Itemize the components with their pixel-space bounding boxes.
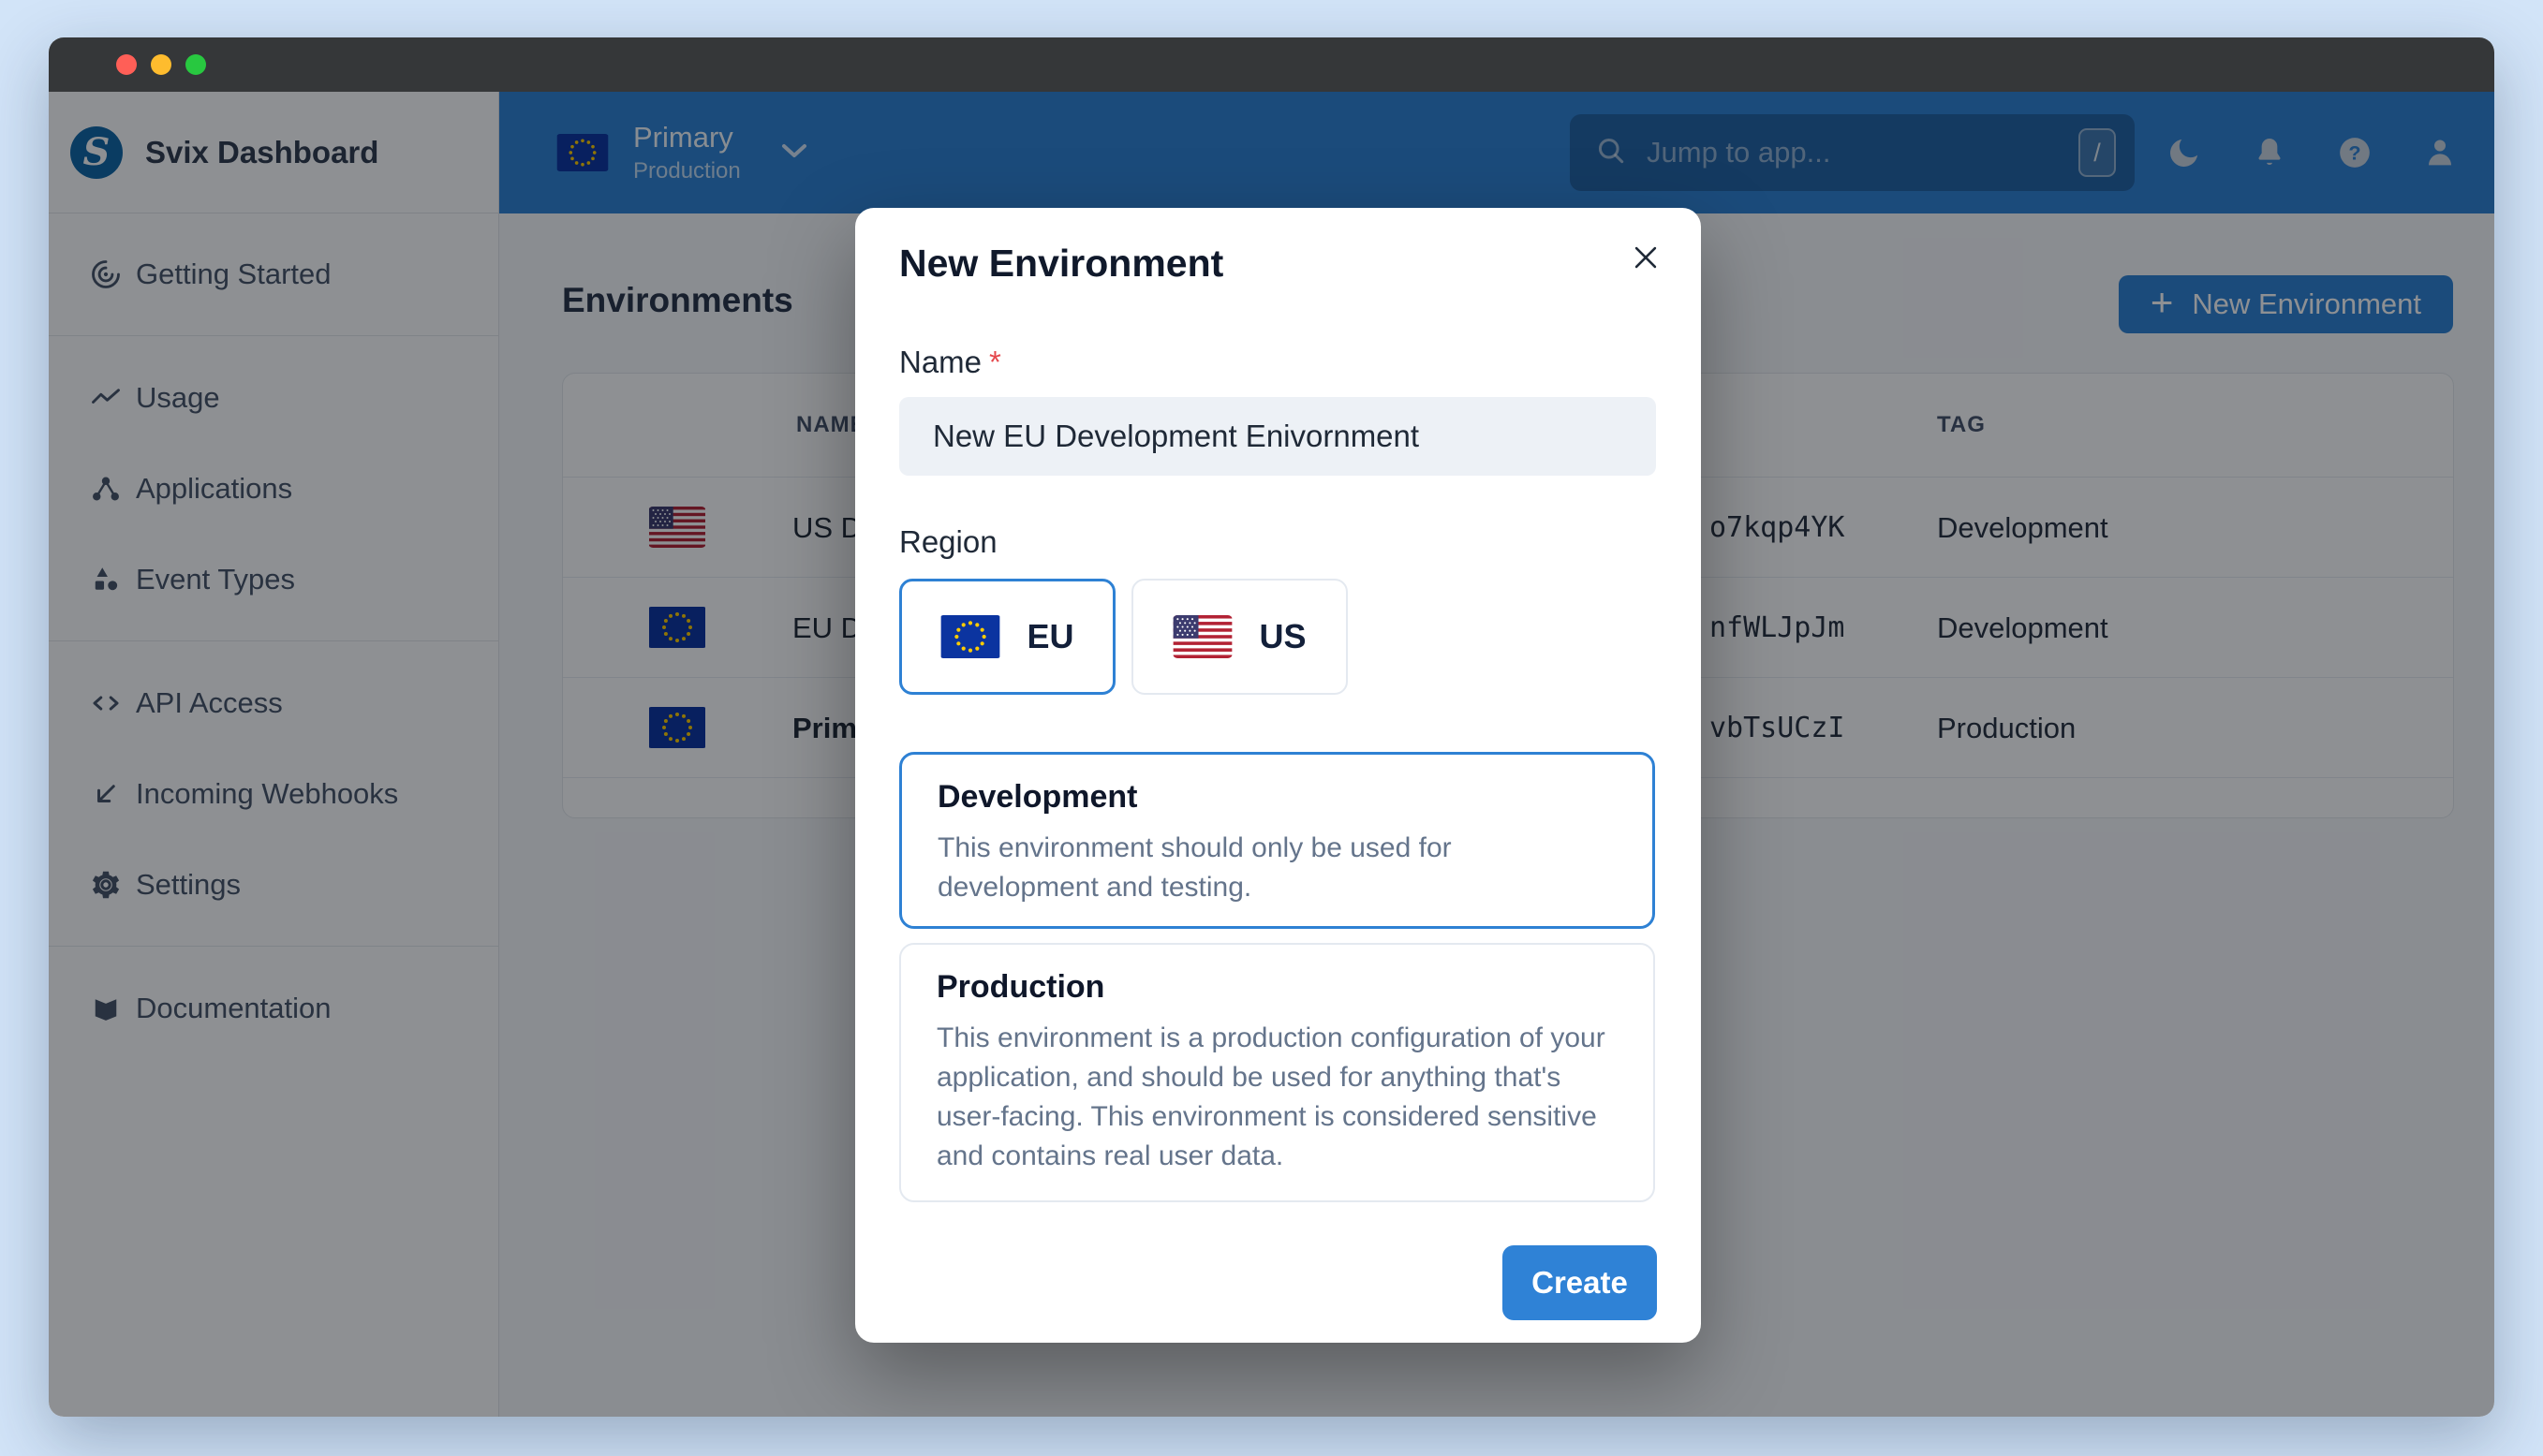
region-label-eu: EU: [1027, 617, 1074, 655]
env-type-option-production[interactable]: Production This environment is a product…: [899, 943, 1655, 1202]
env-type-description: This environment is a production configu…: [937, 1022, 1605, 1171]
us-flag-icon: [1173, 615, 1233, 658]
region-option-us[interactable]: US: [1131, 579, 1348, 695]
region-option-eu[interactable]: EU: [899, 579, 1116, 695]
new-environment-modal: New Environment Name* Region: [855, 208, 1701, 1343]
minimize-window-button[interactable]: [151, 54, 171, 75]
env-type-title: Development: [938, 779, 1138, 815]
eu-flag-icon: [940, 615, 1000, 658]
name-label: Name *: [899, 345, 1001, 379]
environment-name-input[interactable]: [899, 397, 1656, 476]
close-icon[interactable]: [1628, 240, 1663, 275]
modal-title: New Environment: [899, 242, 1224, 285]
app-window: S Svix Dashboard Getting Started Usage A…: [49, 37, 2494, 1417]
env-type-description: This environment should only be used for…: [938, 832, 1452, 903]
window-titlebar: [49, 37, 2494, 92]
region-label-us: US: [1259, 617, 1307, 655]
region-label: Region: [899, 524, 998, 559]
close-window-button[interactable]: [116, 54, 137, 75]
required-asterisk: *: [989, 345, 1001, 379]
maximize-window-button[interactable]: [185, 54, 206, 75]
env-type-option-development[interactable]: Development This environment should only…: [899, 752, 1655, 929]
env-type-title: Production: [937, 969, 1105, 1005]
create-button[interactable]: Create: [1502, 1245, 1657, 1320]
